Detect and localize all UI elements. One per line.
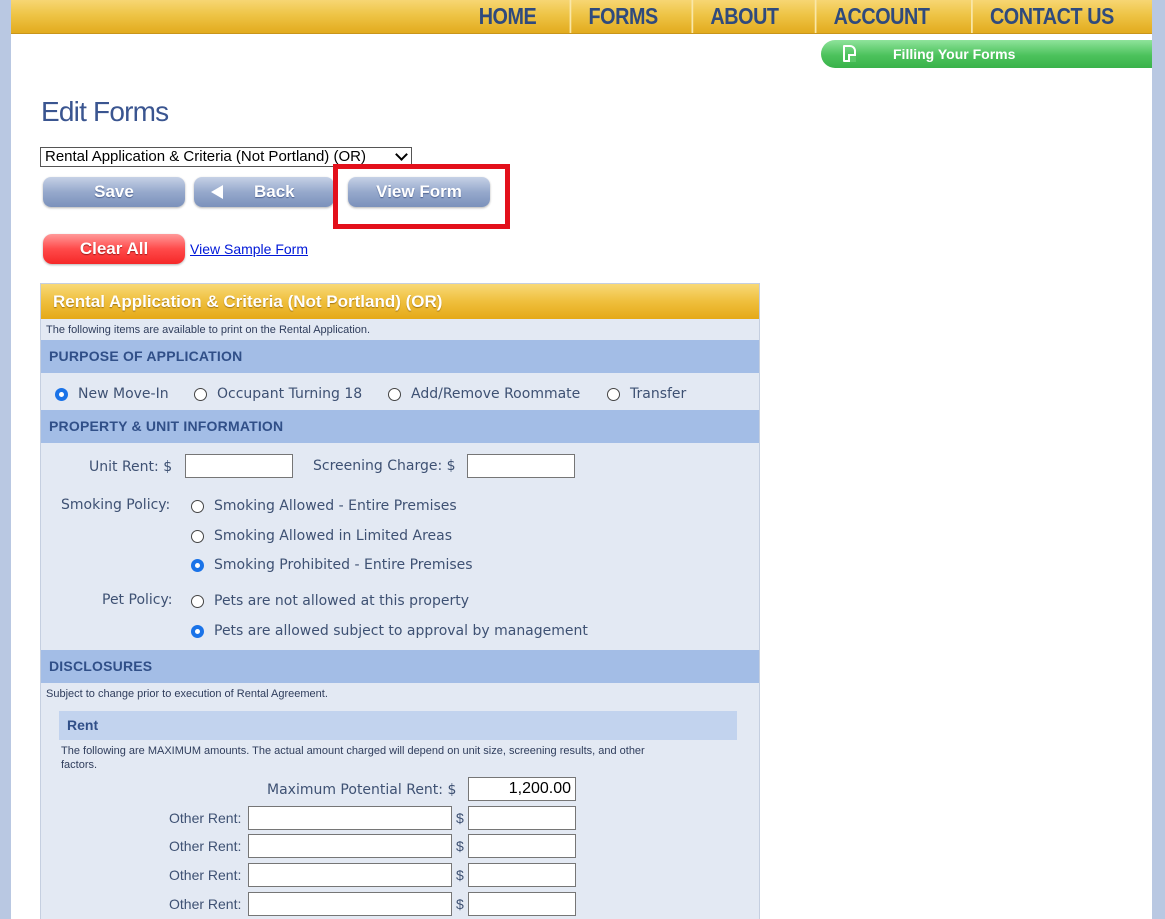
filling-your-forms-tab[interactable]: Filling Your Forms <box>821 40 1152 68</box>
radio-add-remove-roommate[interactable] <box>388 387 401 401</box>
form-select-value: Rental Application & Criteria (Not Portl… <box>45 148 366 165</box>
purpose-option-label: Occupant Turning 18 <box>217 386 363 402</box>
back-arrow-icon <box>211 185 223 199</box>
other-rent-label: Other Rent: <box>169 838 242 854</box>
other-rent-description-input[interactable] <box>248 834 452 858</box>
purpose-option-label: New Move-In <box>78 386 169 402</box>
nav-about[interactable]: ABOUT <box>691 0 796 33</box>
disclosures-note: Subject to change prior to execution of … <box>46 688 328 700</box>
radio-pets-not-allowed[interactable] <box>191 594 204 608</box>
panel-title: Rental Application & Criteria (Not Portl… <box>41 284 759 319</box>
other-rent-label: Other Rent: <box>169 896 242 912</box>
smoking-policy-label: Smoking Policy: <box>61 497 171 513</box>
purpose-heading: PURPOSE OF APPLICATION <box>41 340 759 373</box>
view-form-button[interactable]: View Form <box>348 177 490 207</box>
other-rent-description-input[interactable] <box>248 806 452 830</box>
back-button[interactable]: Back <box>194 177 334 207</box>
smoking-option-allowed-entire[interactable]: Smoking Allowed - Entire Premises <box>191 498 457 514</box>
smoking-option-label: Smoking Allowed in Limited Areas <box>214 528 452 544</box>
purpose-option-transfer[interactable]: Transfer <box>607 386 686 402</box>
smoking-option-label: Smoking Allowed - Entire Premises <box>214 498 457 514</box>
pet-option-label: Pets are not allowed at this property <box>214 593 470 609</box>
purpose-option-label: Add/Remove Roommate <box>411 386 581 402</box>
other-rent-description-input[interactable] <box>248 863 452 887</box>
screening-charge-label: Screening Charge: $ <box>313 458 456 474</box>
dollar-sign: $ <box>456 810 464 826</box>
page: HOME FORMS ABOUT ACCOUNT CONTACT US Fill… <box>11 0 1152 919</box>
dollar-sign: $ <box>456 867 464 883</box>
other-rent-amount-input[interactable] <box>468 806 576 830</box>
chevron-down-icon <box>395 148 408 161</box>
pet-option-allowed[interactable]: Pets are allowed subject to approval by … <box>191 623 588 639</box>
nav-account[interactable]: ACCOUNT <box>815 0 947 33</box>
radio-pets-allowed[interactable] <box>191 624 204 638</box>
panel-intro: The following items are available to pri… <box>46 324 371 336</box>
radio-smoking-prohibited[interactable] <box>191 558 204 572</box>
nav-menu: HOME FORMS ABOUT ACCOUNT CONTACT US <box>454 0 1144 33</box>
other-rent-amount-input[interactable] <box>468 892 576 916</box>
purpose-option-new-move-in[interactable]: New Move-In <box>55 386 169 402</box>
smoking-option-limited-areas[interactable]: Smoking Allowed in Limited Areas <box>191 528 452 544</box>
purpose-option-add-remove-roommate[interactable]: Add/Remove Roommate <box>388 386 580 402</box>
dollar-sign: $ <box>456 896 464 912</box>
pet-option-label: Pets are allowed subject to approval by … <box>214 623 588 639</box>
other-rent-amount-input[interactable] <box>468 863 576 887</box>
nav-contact-us[interactable]: CONTACT US <box>970 0 1131 33</box>
nav-home[interactable]: HOME <box>461 0 553 33</box>
purpose-option-occupant-turning-18[interactable]: Occupant Turning 18 <box>194 386 362 402</box>
radio-transfer[interactable] <box>607 387 620 401</box>
radio-smoking-allowed-entire[interactable] <box>191 499 204 513</box>
property-heading: PROPERTY & UNIT INFORMATION <box>41 410 759 443</box>
filling-your-forms-label: Filling Your Forms <box>893 46 1016 62</box>
smoking-option-label: Smoking Prohibited - Entire Premises <box>214 557 473 573</box>
back-button-label: Back <box>254 182 295 201</box>
unit-rent-label: Unit Rent: $ <box>89 459 173 475</box>
view-sample-form-link[interactable]: View Sample Form <box>190 241 308 257</box>
disclosures-heading: DISCLOSURES <box>41 650 759 683</box>
rent-note-line1: The following are MAXIMUM amounts. The a… <box>61 745 645 757</box>
pet-policy-label: Pet Policy: <box>102 592 173 608</box>
radio-occupant-turning-18[interactable] <box>194 387 207 401</box>
radio-smoking-limited-areas[interactable] <box>191 529 204 543</box>
smoking-option-prohibited[interactable]: Smoking Prohibited - Entire Premises <box>191 557 473 573</box>
rent-note-line2: factors. <box>61 759 98 771</box>
nav-forms[interactable]: FORMS <box>569 0 674 33</box>
pet-option-not-allowed[interactable]: Pets are not allowed at this property <box>191 593 469 609</box>
page-title: Edit Forms <box>41 96 169 127</box>
document-icon <box>843 45 856 62</box>
radio-new-move-in[interactable] <box>55 387 68 401</box>
form-panel: Rental Application & Criteria (Not Portl… <box>40 283 760 919</box>
other-rent-description-input[interactable] <box>248 892 452 916</box>
dollar-sign: $ <box>456 838 464 854</box>
other-rent-label: Other Rent: <box>169 867 242 883</box>
rent-subheading: Rent <box>59 711 737 740</box>
other-rent-amount-input[interactable] <box>468 834 576 858</box>
top-nav-bar: HOME FORMS ABOUT ACCOUNT CONTACT US <box>11 0 1152 34</box>
purpose-option-label: Transfer <box>630 386 687 402</box>
other-rent-label: Other Rent: <box>169 810 242 826</box>
unit-rent-input[interactable] <box>185 454 293 478</box>
max-rent-input[interactable]: 1,200.00 <box>468 777 576 801</box>
screening-charge-input[interactable] <box>467 454 575 478</box>
max-rent-label: Maximum Potential Rent: $ <box>267 782 457 798</box>
clear-all-button[interactable]: Clear All <box>43 234 185 264</box>
save-button[interactable]: Save <box>43 177 185 207</box>
